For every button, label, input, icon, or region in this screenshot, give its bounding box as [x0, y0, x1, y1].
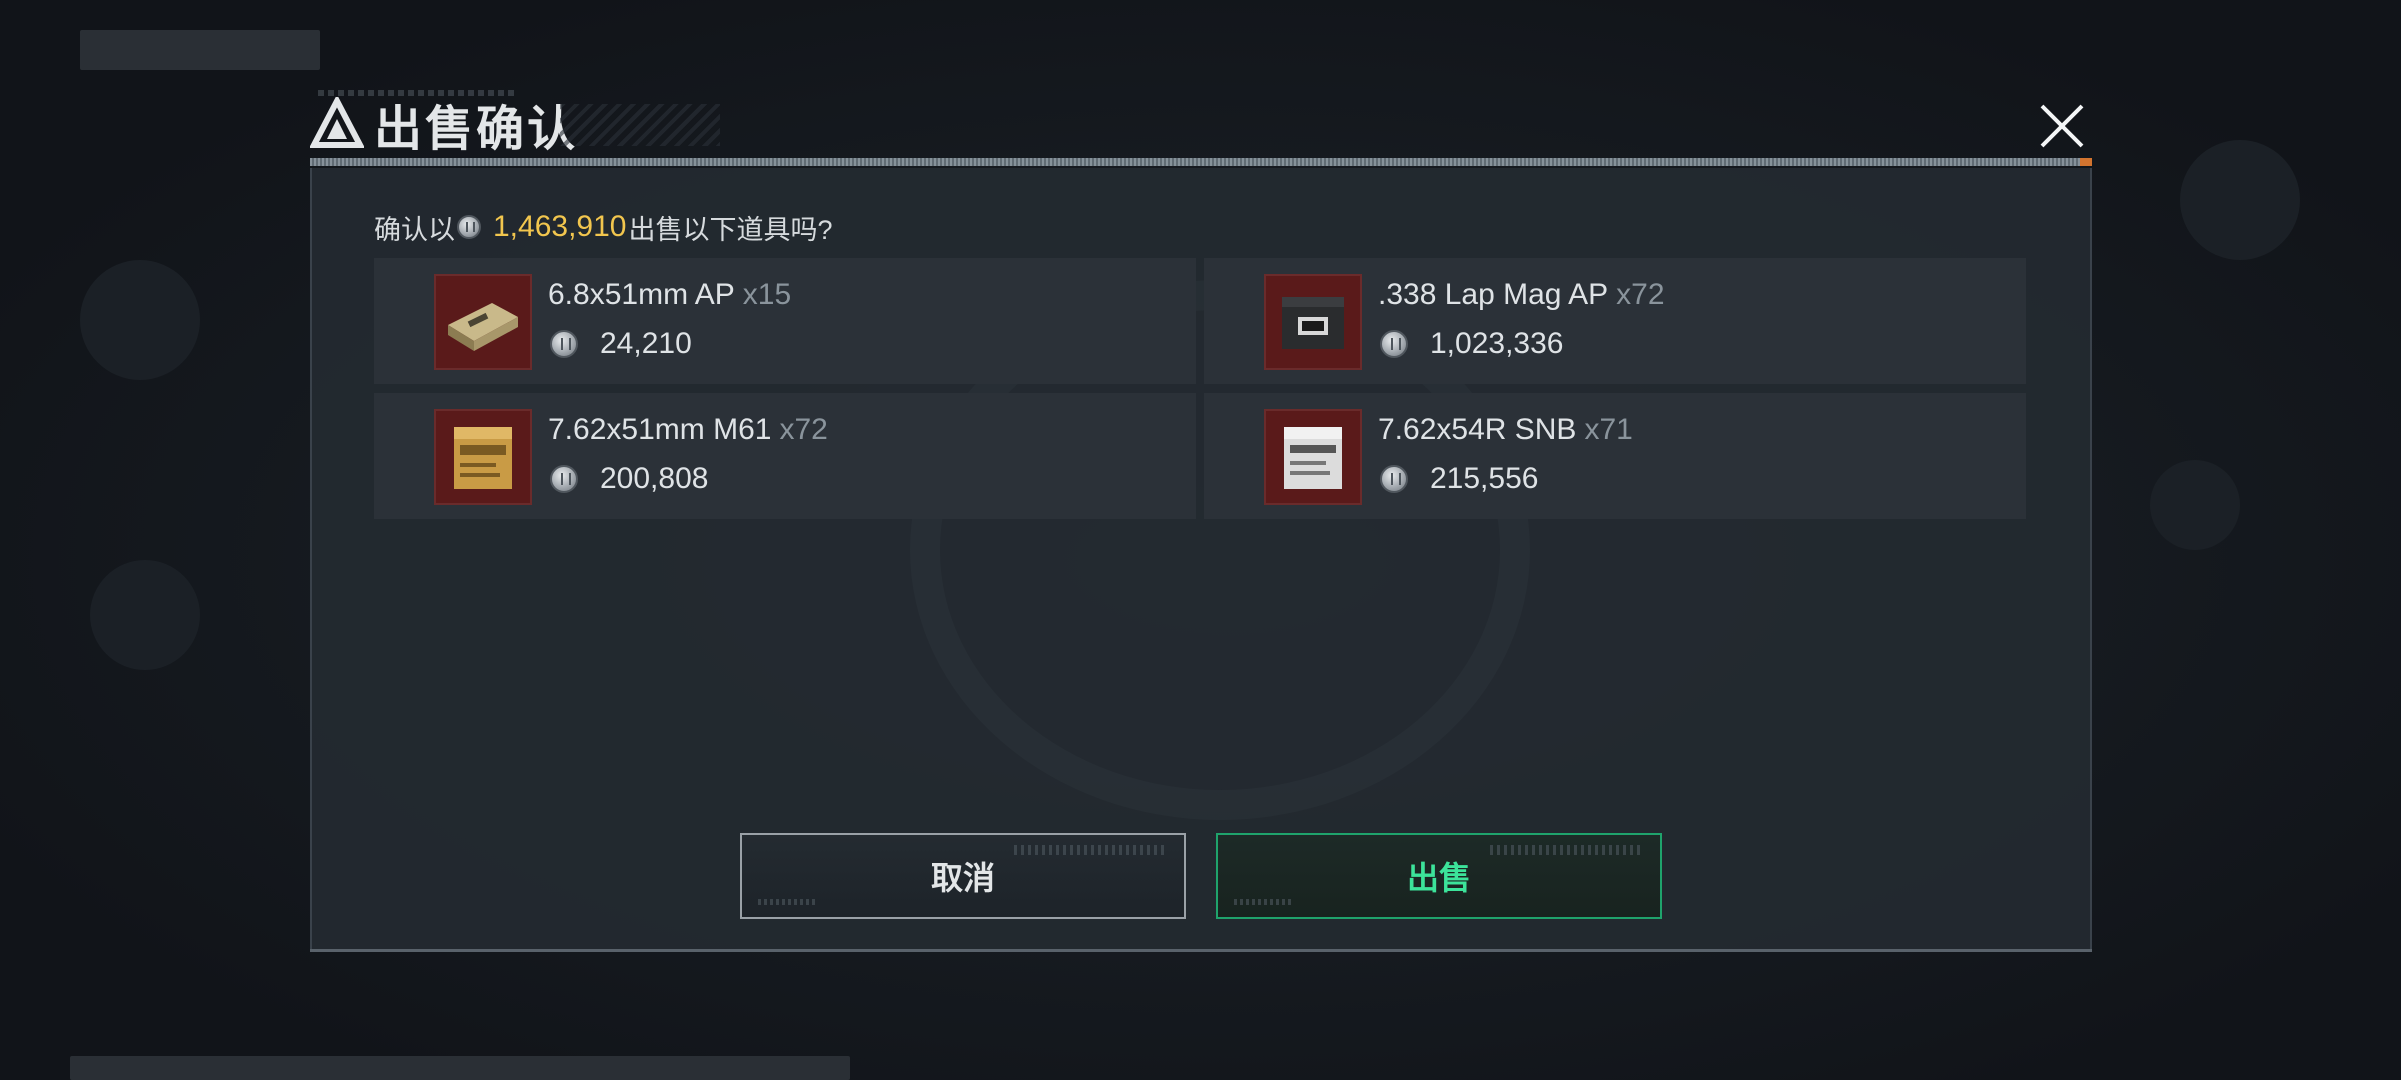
item-quantity: x71: [1584, 413, 1633, 446]
item-price-row: 200,808: [550, 459, 708, 499]
bg-decoration: [2150, 460, 2240, 550]
blurred-header: [80, 30, 320, 70]
cancel-button-label: 取消: [930, 860, 995, 896]
ammo-box-icon: [454, 427, 512, 489]
panel-bottom-border: [310, 949, 2092, 952]
item-thumbnail: [1264, 274, 1362, 370]
ammo-box-icon: [448, 303, 518, 351]
sell-item[interactable]: 7.62x51mm M61 x72 200,808: [374, 393, 1196, 519]
item-price: 24,210: [600, 327, 692, 360]
sell-item[interactable]: 7.62x54R SNB x71 215,556: [1204, 393, 2026, 519]
coin-icon: [1380, 465, 1408, 493]
item-name: 7.62x54R SNB: [1378, 413, 1577, 446]
item-quantity: x72: [779, 413, 828, 446]
item-thumbnail: [434, 274, 532, 370]
item-price-row: 24,210: [550, 324, 692, 364]
coin-icon: [550, 330, 578, 358]
item-name-row: 6.8x51mm AP x15: [548, 278, 791, 312]
item-name-row: 7.62x51mm M61 x72: [548, 413, 828, 447]
item-price-row: 215,556: [1380, 459, 1538, 499]
button-decoration: [1014, 845, 1164, 855]
button-decoration: [1234, 899, 1294, 905]
dialog-title-bar: 出售确认: [310, 92, 578, 156]
ammo-box-icon: [1282, 297, 1344, 349]
coin-icon: [457, 215, 481, 239]
item-name-row: .338 Lap Mag AP x72: [1378, 278, 1665, 312]
confirm-prompt: 确认以 1,463,910 出售以下道具吗?: [374, 206, 833, 248]
item-thumbnail: [434, 409, 532, 505]
header-divider-accent: [2080, 158, 2092, 166]
button-decoration: [1490, 845, 1640, 855]
item-price: 215,556: [1430, 462, 1539, 495]
blurred-footer: [70, 1056, 850, 1080]
bg-decoration: [2180, 140, 2300, 260]
triangle-logo-icon: [310, 97, 364, 148]
item-quantity: x15: [742, 278, 792, 311]
item-price: 1,023,336: [1430, 327, 1564, 360]
sell-button-label: 出售: [1406, 860, 1471, 896]
sell-item[interactable]: 6.8x51mm AP x15 24,210: [374, 258, 1196, 384]
item-name-row: 7.62x54R SNB x71: [1378, 413, 1633, 447]
item-price: 200,808: [600, 462, 709, 495]
coin-icon: [1380, 330, 1408, 358]
item-name: 6.8x51mm AP: [548, 278, 735, 311]
close-button[interactable]: [2034, 98, 2090, 154]
item-name: 7.62x51mm M61: [548, 413, 772, 446]
item-quantity: x72: [1616, 278, 1665, 311]
button-decoration: [758, 899, 818, 905]
item-name: .338 Lap Mag AP: [1378, 278, 1609, 311]
prompt-prefix: 确认以: [374, 214, 455, 245]
dialog-title: 出售确认: [374, 103, 579, 156]
cancel-button[interactable]: 取消: [740, 833, 1186, 919]
title-stripes-decoration: [560, 104, 720, 146]
item-price-row: 1,023,336: [1380, 324, 1563, 364]
ammo-box-icon: [1284, 427, 1342, 489]
header-divider: [310, 158, 2092, 166]
coin-icon: [550, 465, 578, 493]
sell-item[interactable]: .338 Lap Mag AP x72 1,023,336: [1204, 258, 2026, 384]
item-thumbnail: [1264, 409, 1362, 505]
sell-button[interactable]: 出售: [1216, 833, 1662, 919]
prompt-suffix: 出售以下道具吗?: [628, 214, 833, 245]
close-icon: [2040, 104, 2084, 148]
total-price: 1,463,910: [493, 210, 627, 243]
bg-decoration: [80, 260, 200, 380]
bg-decoration: [90, 560, 200, 670]
